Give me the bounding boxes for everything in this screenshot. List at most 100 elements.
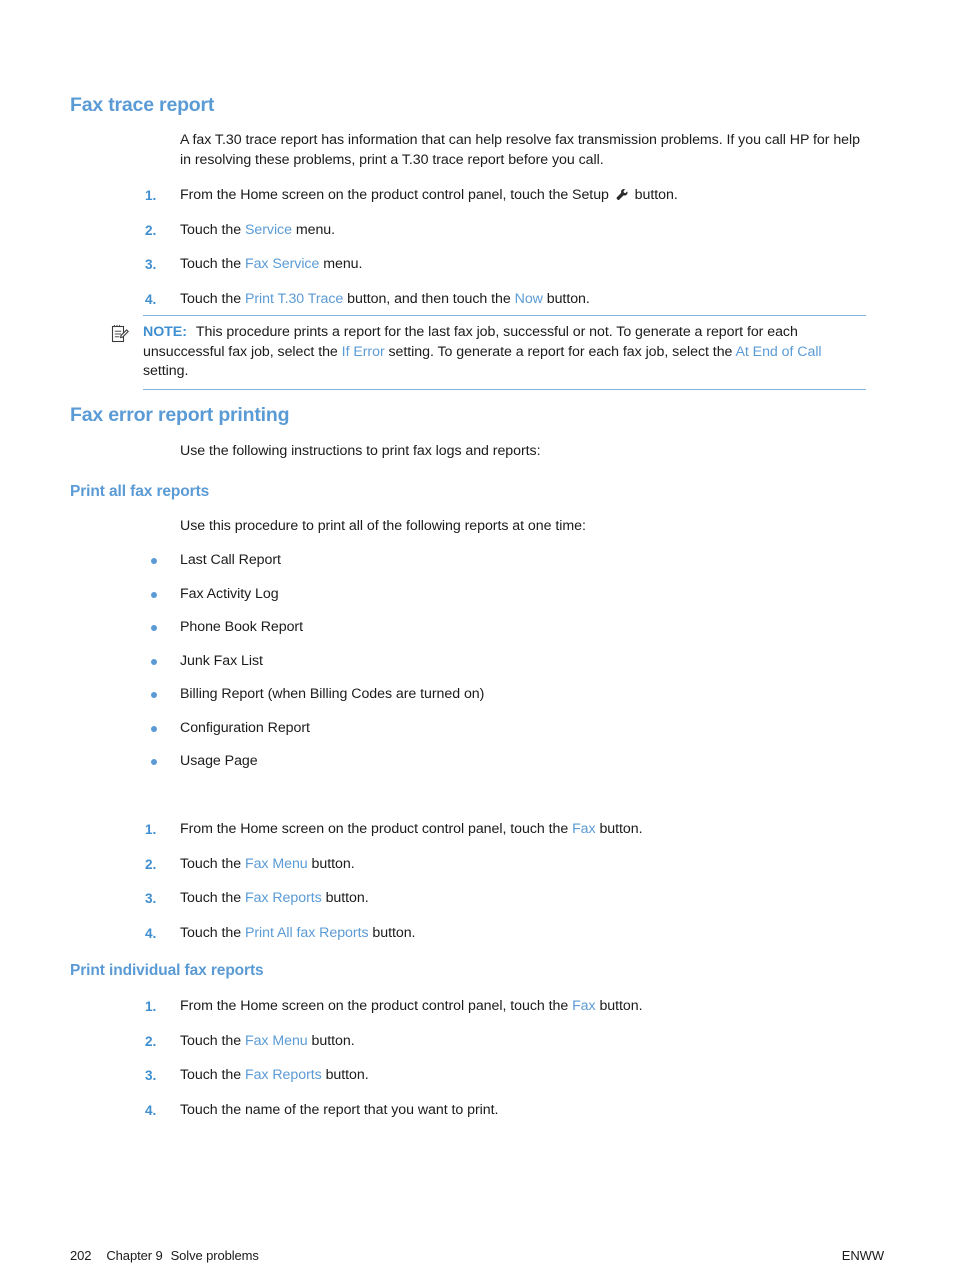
bullet-label: Usage Page <box>180 753 258 769</box>
bullet-label: Billing Report (when Billing Codes are t… <box>180 686 485 702</box>
note-pencil-icon <box>110 324 130 344</box>
note-callout: NOTE: This procedure prints a report for … <box>70 315 882 390</box>
ui-reference-at-end-of-call: At End of Call <box>735 343 822 360</box>
step-text-pre: Touch the <box>180 924 245 941</box>
bullet-icon <box>151 692 157 698</box>
step-text-mid: button, and then touch the <box>343 290 515 307</box>
bullet-label: Configuration Report <box>180 719 310 736</box>
step-text-pre: Touch the <box>180 290 245 307</box>
ui-reference-print-all-fax-reports: Print All fax Reports <box>244 924 369 941</box>
ui-reference-service: Service <box>244 221 292 238</box>
ui-reference-fax-reports: Fax Reports <box>244 890 322 906</box>
list-item: 3. Touch the Fax Service menu. <box>145 255 890 275</box>
bullet-icon <box>151 558 157 564</box>
footer-chapter-title: Solve problems <box>170 1247 259 1263</box>
footer-page-number: 202 <box>70 1247 92 1263</box>
list-item: Configuration Report <box>145 719 870 739</box>
page-title: Fax trace report <box>70 94 215 116</box>
footer-locale: ENWW <box>841 1247 884 1263</box>
ui-reference-fax: Fax <box>572 998 596 1014</box>
step-number: 4. <box>145 291 157 307</box>
paragraph-text: Use this procedure to print all of the f… <box>180 518 586 534</box>
subsection-title: Print individual fax reports <box>70 962 264 979</box>
note-text-2: setting. To generate a report for each f… <box>384 343 736 360</box>
note-text-3: setting. <box>143 363 189 379</box>
list-item: Usage Page <box>145 752 870 772</box>
list-item: Phone Book Report <box>145 618 870 638</box>
list-item: 2. Touch the Fax Menu button. <box>145 1032 890 1052</box>
step-text-post: button. <box>368 924 416 941</box>
step-text-pre: Touch the <box>180 1032 245 1049</box>
ui-reference-now: Now <box>514 290 543 307</box>
ui-reference-fax: Fax <box>572 821 596 837</box>
list-item: 1. From the Home screen on the product c… <box>145 997 890 1017</box>
step-text-pre: Touch the <box>180 855 245 872</box>
step-text-post: button. <box>595 998 643 1014</box>
section-title: Fax error report printing <box>70 404 290 426</box>
step-number: 2. <box>145 856 157 872</box>
wrench-icon <box>615 188 629 201</box>
fax-trace-steps-list: 1. From the Home screen on the product c… <box>70 186 890 309</box>
bullet-icon <box>151 759 157 765</box>
ui-reference-fax-menu: Fax Menu <box>244 855 308 872</box>
section-intro-paragraph: A fax T.30 trace report has information … <box>70 131 870 170</box>
bullet-label: Phone Book Report <box>180 619 303 635</box>
step-text-pre: Touch the <box>180 890 245 906</box>
list-item: 3. Touch the Fax Reports button. <box>145 889 890 909</box>
list-item: 4. Touch the Print All fax Reports butto… <box>145 924 890 944</box>
subsection-heading-print-all-fax-reports: Print all fax reports <box>70 483 209 502</box>
step-number: 1. <box>145 188 157 203</box>
bullet-icon <box>151 725 157 732</box>
step-text-post: button. <box>321 890 369 906</box>
section-heading-fax-trace-report: Fax trace report <box>70 94 214 117</box>
step-number: 2. <box>145 222 157 238</box>
step-text-pre: Touch the name of the report that you wa… <box>180 1101 499 1118</box>
document-page: Fax trace report A fax T.30 trace report… <box>0 0 954 1270</box>
step-text-post: button. <box>595 821 643 837</box>
list-item: 4. Touch the name of the report that you… <box>145 1101 890 1121</box>
list-item: 1. From the Home screen on the product c… <box>145 820 890 840</box>
step-text-post: menu. <box>319 256 363 272</box>
subsection-title: Print all fax reports <box>70 483 210 500</box>
ui-reference-print-t30-trace: Print T.30 Trace <box>244 290 344 307</box>
footer-chapter-label: Chapter 9 <box>106 1247 163 1263</box>
bullet-icon <box>151 658 157 665</box>
bullet-icon <box>151 591 157 598</box>
list-item: 4. Touch the Print T.30 Trace button, an… <box>145 290 890 310</box>
step-number: 1. <box>145 999 157 1014</box>
subsection-heading-print-individual-fax-reports: Print individual fax reports <box>70 962 264 981</box>
step-number: 3. <box>145 257 157 272</box>
step-text-post: button. <box>542 290 590 307</box>
list-item: Fax Activity Log <box>145 585 870 605</box>
section-intro-paragraph-2: Use the following instructions to print … <box>70 442 870 462</box>
step-text-pre: Touch the <box>180 1067 245 1083</box>
note-text: NOTE: This procedure prints a report for … <box>143 323 866 382</box>
step-text-pre: Touch the <box>180 256 245 272</box>
step-text-pre: Touch the <box>180 221 245 238</box>
ui-reference-fax-menu: Fax Menu <box>244 1032 308 1049</box>
list-item: Junk Fax List <box>145 652 870 672</box>
print-all-fax-reports-steps-list: 1. From the Home screen on the product c… <box>70 820 890 943</box>
step-number: 4. <box>145 925 157 941</box>
step-number: 3. <box>145 891 157 906</box>
step-text-post: menu. <box>291 221 336 238</box>
ui-reference-fax-reports: Fax Reports <box>244 1067 322 1083</box>
bullet-label: Last Call Report <box>180 552 281 568</box>
bullet-label: Junk Fax List <box>180 652 263 669</box>
report-types-bullet-list: Last Call Report Fax Activity Log Phone … <box>70 551 870 772</box>
subsection-intro-paragraph: Use this procedure to print all of the f… <box>70 517 870 537</box>
step-text-post: button. <box>321 1067 369 1083</box>
list-item: Last Call Report <box>145 551 870 571</box>
list-item: 3. Touch the Fax Reports button. <box>145 1066 890 1086</box>
step-text-pre: From the Home screen on the product cont… <box>180 998 573 1014</box>
list-item: 1. From the Home screen on the product c… <box>145 186 890 206</box>
footer-left-group: 202 Chapter 9 Solve problems <box>70 1248 259 1263</box>
step-number: 4. <box>145 1102 157 1118</box>
note-label: NOTE: <box>143 324 187 340</box>
bullet-label: Fax Activity Log <box>180 585 279 602</box>
paragraph-text: Use the following instructions to print … <box>180 443 541 459</box>
bullet-icon <box>151 625 157 631</box>
step-text-post: button. <box>630 187 678 203</box>
ui-reference-if-error: If Error <box>341 343 385 360</box>
ui-reference-fax-service: Fax Service <box>244 256 320 272</box>
